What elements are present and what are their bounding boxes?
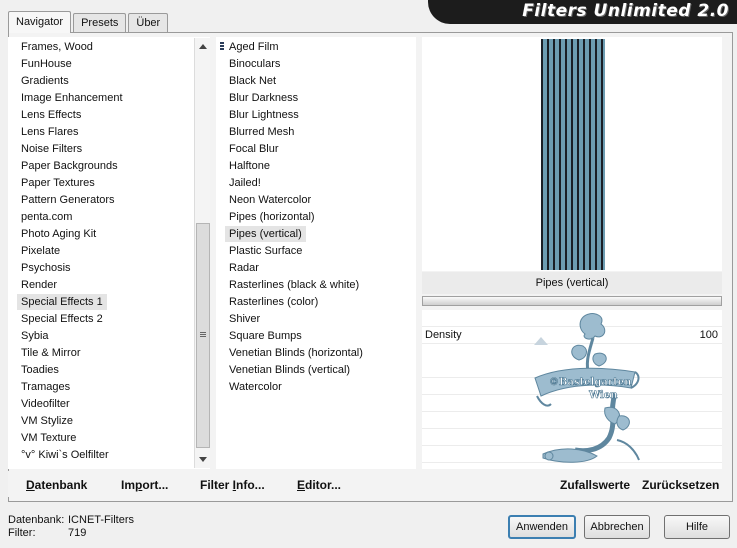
scroll-down-icon[interactable]: [199, 457, 207, 462]
title-banner: Filters Unlimited 2.0: [428, 0, 737, 24]
category-item[interactable]: Sybia: [21, 328, 49, 344]
database-button[interactable]: Datenbank: [26, 478, 87, 492]
apply-button[interactable]: Anwenden: [508, 515, 576, 539]
category-scrollbar[interactable]: [194, 38, 210, 468]
filter-item[interactable]: Pipes (vertical): [225, 226, 306, 242]
param-density-label: Density: [425, 329, 462, 341]
pipes-preview-image: [541, 39, 605, 270]
filter-item[interactable]: Jailed!: [229, 175, 261, 191]
cancel-button[interactable]: Abbrechen: [584, 515, 650, 539]
filter-count-value: 719: [68, 527, 87, 539]
category-item[interactable]: Videofilter: [21, 396, 70, 412]
category-item[interactable]: VM Stylize: [21, 413, 73, 429]
status-info: Datenbank: ICNET-Filters Filter: 719: [8, 514, 134, 540]
scroll-up-icon[interactable]: [199, 44, 207, 49]
tab-bar: Navigator Presets Über: [8, 11, 170, 33]
category-item[interactable]: FunHouse: [21, 56, 72, 72]
filter-item[interactable]: Black Net: [229, 73, 276, 89]
category-item[interactable]: Paper Backgrounds: [21, 158, 118, 174]
param-density-value[interactable]: 100: [700, 329, 718, 341]
preview-slider[interactable]: [422, 296, 722, 306]
filter-item[interactable]: Square Bumps: [229, 328, 302, 344]
watermark-text-1: ©Bastelgarten: [549, 377, 632, 388]
filter-count-label: Filter:: [8, 527, 36, 539]
filter-item[interactable]: Aged Film: [229, 39, 279, 55]
category-item[interactable]: °v° Kiwi`s Oelfilter: [21, 447, 109, 463]
editor-button[interactable]: Editor...: [297, 478, 341, 492]
help-button[interactable]: Hilfe: [664, 515, 730, 539]
category-item[interactable]: Pixelate: [21, 243, 60, 259]
category-item[interactable]: Render: [21, 277, 57, 293]
database-value: ICNET-Filters: [68, 514, 134, 526]
filter-item[interactable]: Binoculars: [229, 56, 280, 72]
reset-button[interactable]: Zurücksetzen: [642, 478, 719, 492]
filter-item[interactable]: Rasterlines (color): [229, 294, 318, 310]
random-values-button[interactable]: Zufallswerte: [560, 478, 630, 492]
app-title: Filters Unlimited 2.0: [522, 1, 729, 21]
watermark-text-2: Wien: [588, 390, 618, 401]
list-toolbar: Datenbank Import... Filter Info... Edito…: [8, 471, 416, 497]
filter-list[interactable]: Aged Film Binoculars Black Net Blur Darknes…: [216, 37, 416, 469]
filter-item[interactable]: Plastic Surface: [229, 243, 302, 259]
category-item[interactable]: Special Effects 2: [21, 311, 103, 327]
category-item[interactable]: Image Enhancement: [21, 90, 123, 106]
category-item[interactable]: Frames, Wood: [21, 39, 93, 55]
category-item[interactable]: penta.com: [21, 209, 72, 225]
tab-about[interactable]: Über: [128, 13, 169, 33]
filter-item[interactable]: Rasterlines (black & white): [229, 277, 359, 293]
grip-icon: [200, 332, 206, 333]
category-item[interactable]: Gradients: [21, 73, 69, 89]
filter-item[interactable]: Venetian Blinds (vertical): [229, 362, 350, 378]
category-item[interactable]: Tile & Mirror: [21, 345, 80, 361]
filter-item[interactable]: Blur Darkness: [229, 90, 298, 106]
category-item[interactable]: Special Effects 1: [17, 294, 107, 310]
category-list[interactable]: Frames, Wood FunHouse Gradients Image Enhan…: [8, 37, 210, 469]
category-item[interactable]: Paper Textures: [21, 175, 95, 191]
list-marker-icon: [220, 42, 224, 51]
import-button[interactable]: Import...: [121, 478, 168, 492]
category-item[interactable]: VM Texture: [21, 430, 76, 446]
filter-item[interactable]: Watercolor: [229, 379, 282, 395]
filter-item[interactable]: Blurred Mesh: [229, 124, 294, 140]
tab-navigator[interactable]: Navigator: [8, 11, 72, 33]
category-item[interactable]: Lens Flares: [21, 124, 78, 140]
category-item[interactable]: Noise Filters: [21, 141, 82, 157]
parameter-toolbar: Zufallswerte Zurücksetzen: [422, 471, 722, 497]
preview-label: Pipes (vertical): [422, 272, 722, 294]
filter-item[interactable]: Neon Watercolor: [229, 192, 311, 208]
preview-area: [422, 37, 722, 271]
filter-item[interactable]: Shiver: [229, 311, 260, 327]
parameter-area: Density 100 ©Bastelgarten Wien: [422, 310, 722, 469]
filter-item[interactable]: Focal Blur: [229, 141, 279, 157]
database-label: Datenbank:: [8, 514, 65, 526]
scroll-thumb[interactable]: [196, 223, 210, 448]
category-item[interactable]: Pattern Generators: [21, 192, 115, 208]
filter-item[interactable]: Halftone: [229, 158, 270, 174]
filter-info-button[interactable]: Filter Info...: [200, 478, 265, 492]
filter-item[interactable]: Blur Lightness: [229, 107, 299, 123]
category-item[interactable]: Lens Effects: [21, 107, 81, 123]
filter-item[interactable]: Radar: [229, 260, 259, 276]
category-item[interactable]: Toadies: [21, 362, 59, 378]
category-item[interactable]: Photo Aging Kit: [21, 226, 96, 242]
watermark-flower-logo: ©Bastelgarten Wien: [534, 313, 640, 463]
category-item[interactable]: Psychosis: [21, 260, 71, 276]
filter-item[interactable]: Pipes (horizontal): [229, 209, 315, 225]
category-item[interactable]: Tramages: [21, 379, 70, 395]
tab-presets[interactable]: Presets: [73, 13, 127, 33]
filter-item[interactable]: Venetian Blinds (horizontal): [229, 345, 363, 361]
